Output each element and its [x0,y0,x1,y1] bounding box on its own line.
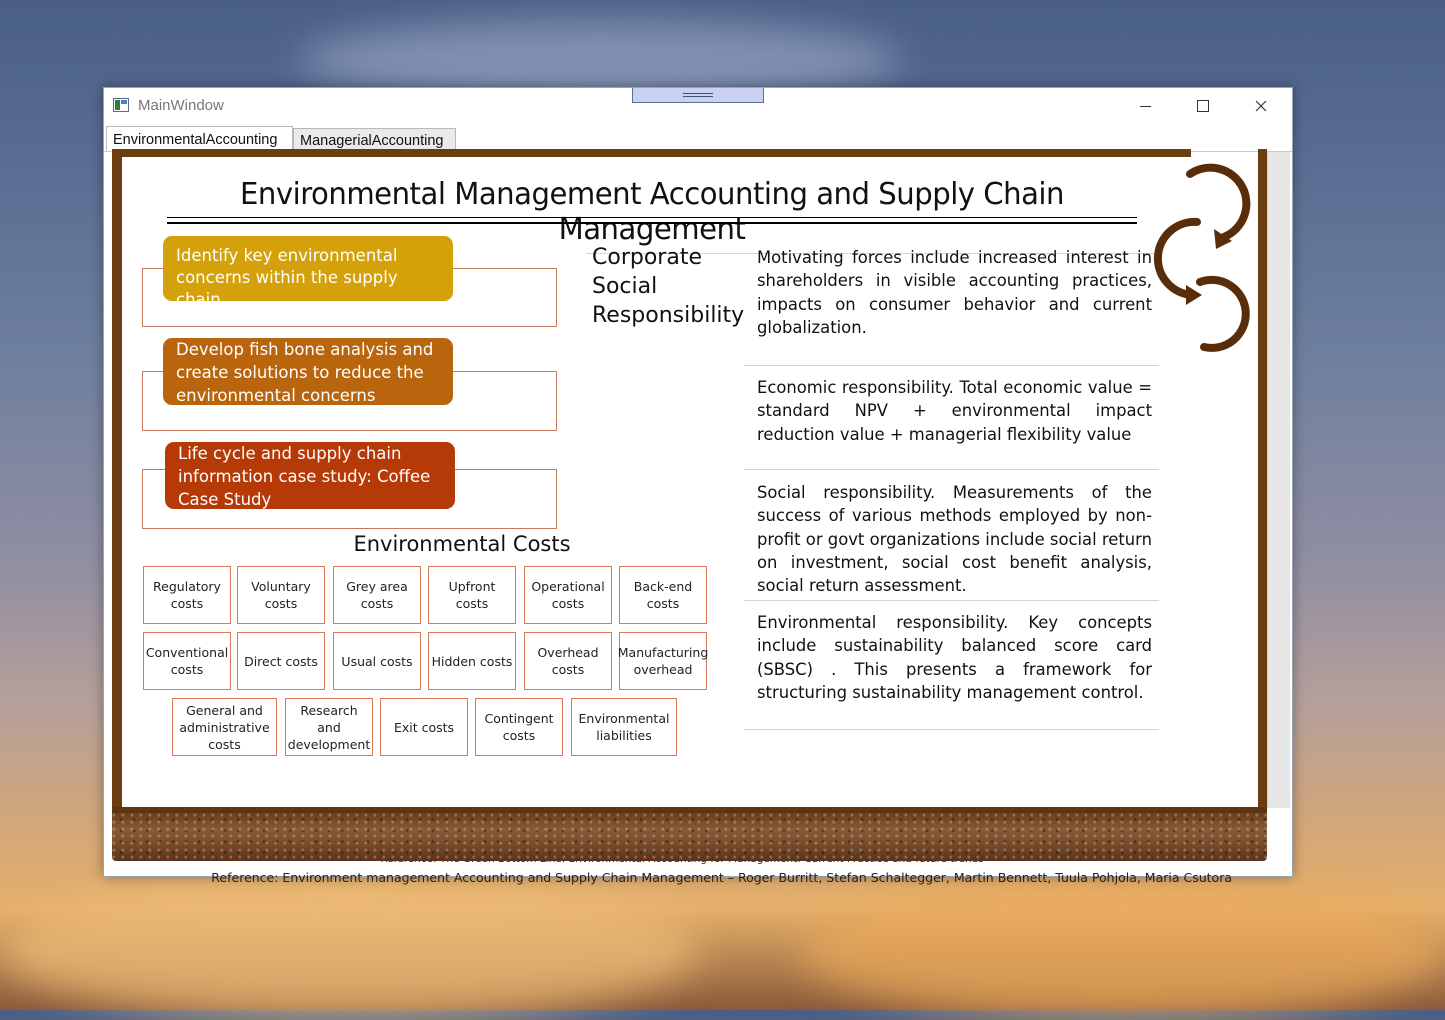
sky-cloud [800,880,1445,1020]
cost-item: Regulatory costs [143,566,231,624]
environmental-costs-title: Environmental Costs [353,532,571,556]
csr-paragraph: Social responsibility. Measurements of t… [757,483,1152,596]
vertical-scrollbar[interactable] [1267,152,1290,808]
cost-item: Exit costs [380,698,468,756]
csr-paragraph: Economic responsibility. Total economic … [757,378,1152,444]
maximize-icon [1197,100,1209,112]
paragraph-divider [744,600,1159,601]
maximize-button[interactable] [1174,88,1232,124]
main-window: MainWindow EnvironmentalAccounting Manag… [103,87,1293,885]
resize-grip[interactable] [632,88,764,103]
cost-item: Grey area costs [333,566,421,624]
frame-left-post [112,154,122,808]
cost-item: Contingent costs [475,698,563,756]
app-window-icon [113,98,129,112]
cost-item: Direct costs [237,632,325,690]
reference-line-2: Reference: Environment management Accoun… [211,870,1232,885]
close-button[interactable] [1232,88,1290,124]
cost-item: Environmental liabilities [571,698,677,756]
window-title: MainWindow [138,97,224,114]
title-underline [167,217,1137,218]
floor-decoration [112,813,1267,861]
cost-item: Hidden costs [428,632,516,690]
cost-item: Upfront costs [428,566,516,624]
cost-item: Research and development [285,698,373,756]
cost-item: Back-end costs [619,566,707,624]
title-bar[interactable]: MainWindow [104,88,1292,124]
paragraph-divider [744,469,1159,470]
cost-item: General and administrative costs [172,698,277,756]
csr-paragraph: Motivating forces include increased inte… [757,248,1152,337]
cost-item: Conventional costs [143,632,231,690]
minimize-icon [1139,105,1151,107]
minimize-button[interactable] [1116,88,1174,124]
slide-content: Environmental Management Accounting and … [122,157,1258,885]
step-2-label: Develop fish bone analysis and create so… [163,338,453,405]
title-underline [167,222,1137,224]
cost-item: Voluntary costs [237,566,325,624]
cost-item: Operational costs [524,566,612,624]
cost-item: Overhead costs [524,632,612,690]
step-1-label: Identify key environmental concerns with… [163,236,453,309]
cycle-arrows-icon [1153,163,1251,352]
cost-item: Usual costs [333,632,421,690]
close-icon [1255,100,1267,112]
paragraph-divider [744,365,1159,366]
cost-item: Manufacturing overhead [618,632,708,690]
sky-cloud [0,880,700,1020]
step-3-label: Life cycle and supply chain information … [165,442,455,509]
csr-paragraph: Environmental responsibility. Key concep… [757,613,1152,702]
paragraph-divider [744,729,1159,730]
csr-title: Corporate Social Responsibility [592,245,745,328]
frame-top-beam [112,149,1191,157]
